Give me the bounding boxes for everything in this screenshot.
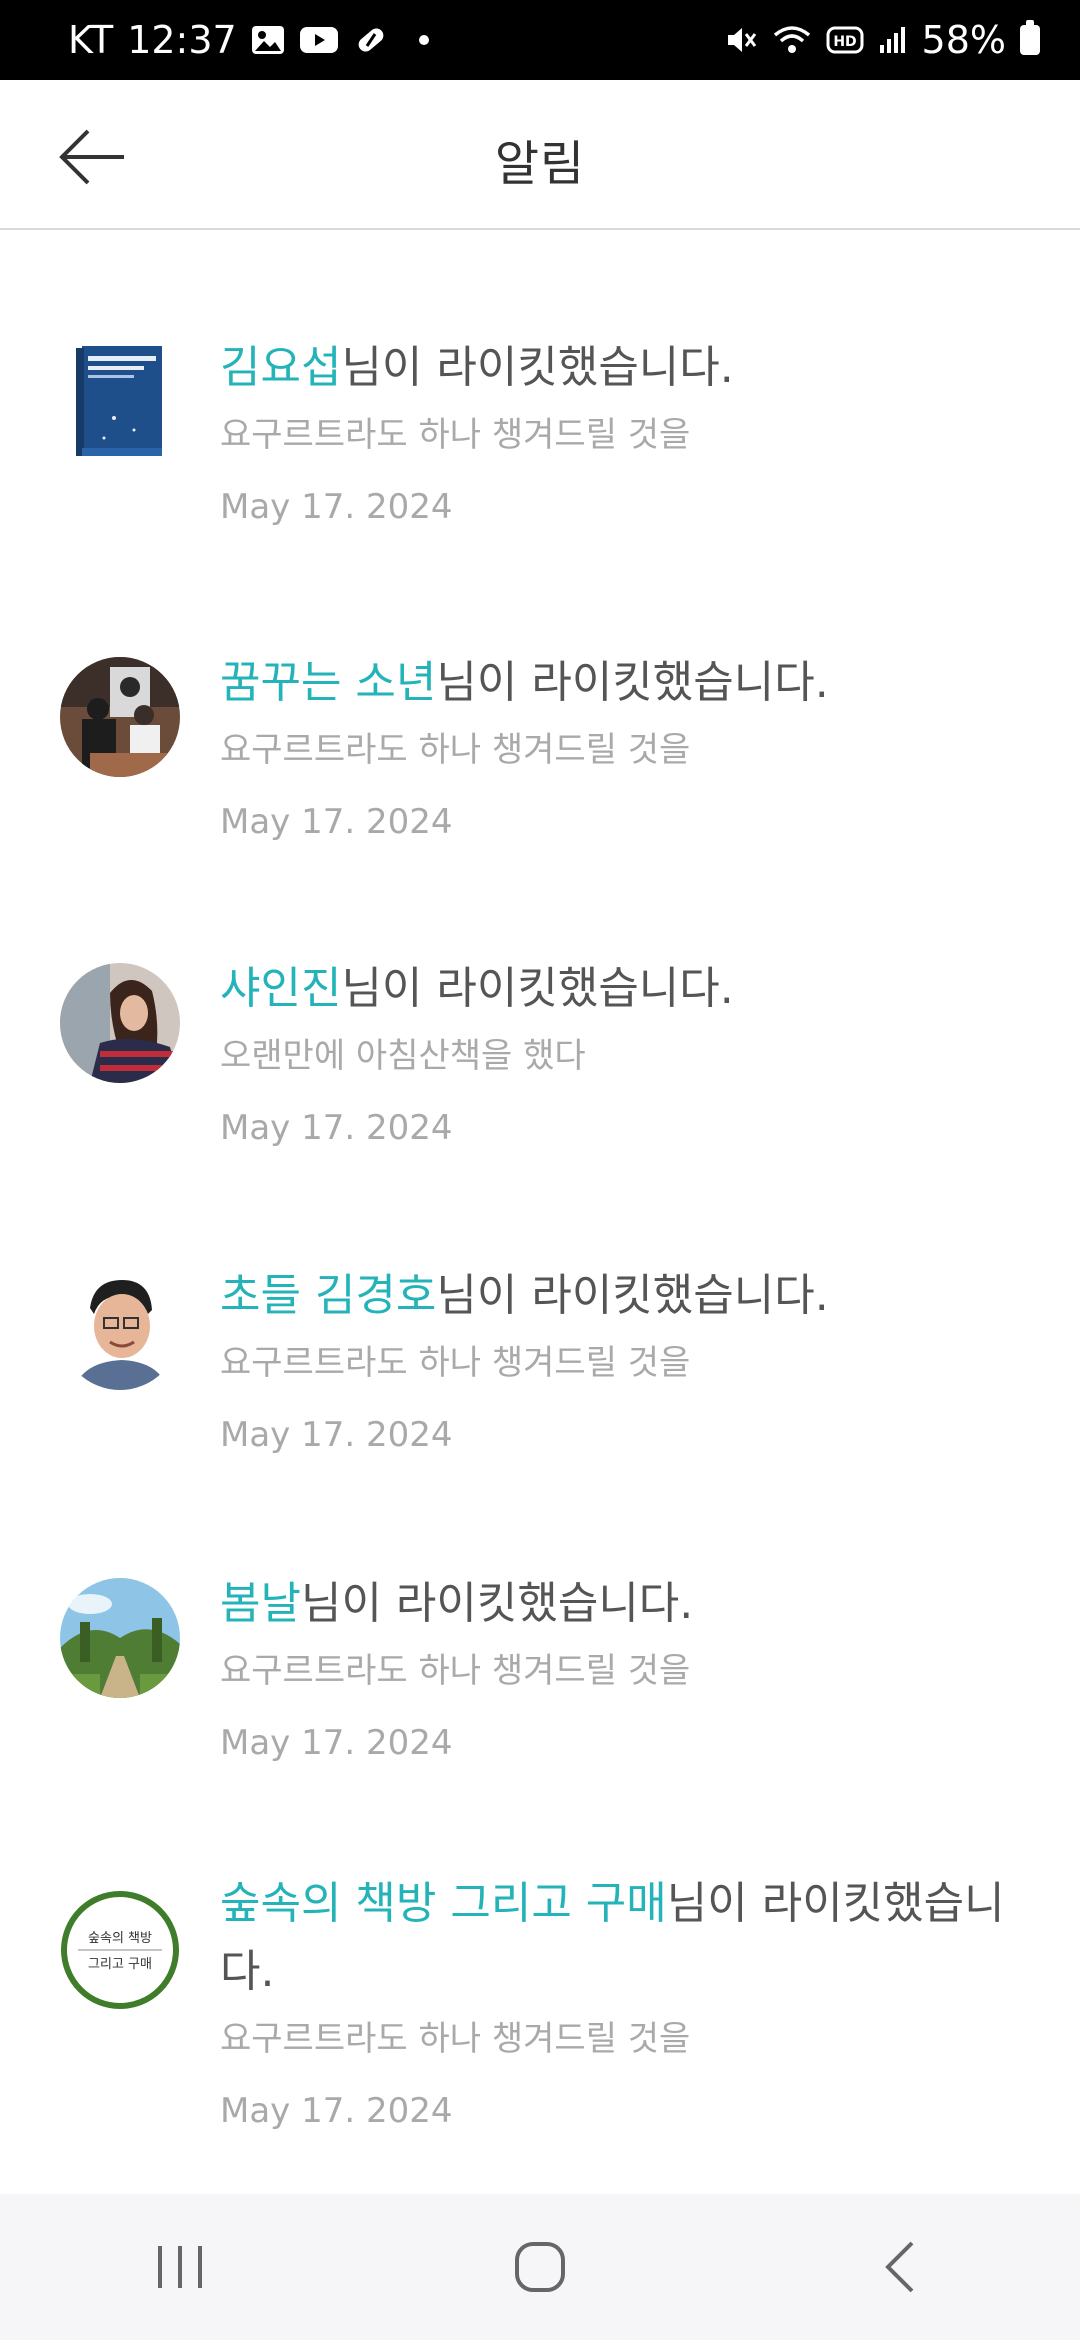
notification-action: 님이 라이킷했습니다. xyxy=(436,1270,829,1321)
notification-headline: 샤인진님이 라이킷했습니다. xyxy=(220,955,1020,1023)
notification-date: May 17. 2024 xyxy=(220,2091,453,2131)
notification-headline: 숲속의 책방 그리고 구매님이 라이킷했습니다. xyxy=(220,1870,1020,2006)
notification-headline: 꿈꾸는 소년님이 라이킷했습니다. xyxy=(220,649,1020,717)
system-nav-bar xyxy=(0,2194,1080,2340)
post-excerpt: 요구르트라도 하나 챙겨드릴 것을 xyxy=(220,415,691,455)
avatar xyxy=(60,1578,180,1698)
logo-text-top: 숲속의 책방 xyxy=(88,1931,152,1946)
gallery-icon xyxy=(251,25,285,55)
user-name[interactable]: 숲속의 책방 그리고 구매 xyxy=(220,1878,667,1929)
back-icon xyxy=(885,2241,914,2293)
battery-percent: 58% xyxy=(921,18,1006,62)
mute-icon xyxy=(724,23,758,57)
notification-date: May 17. 2024 xyxy=(220,1108,453,1148)
avatar xyxy=(74,342,170,462)
home-button[interactable] xyxy=(480,2217,600,2317)
app-header: 알림 xyxy=(0,80,1080,230)
status-bar: KT 12:37 HD 58% xyxy=(0,0,1080,80)
page-title: 알림 xyxy=(494,136,586,192)
avatar: 숲속의 책방 그리고 구매 xyxy=(60,1890,180,2010)
recent-apps-button[interactable] xyxy=(120,2217,240,2317)
svg-text:HD: HD xyxy=(833,34,856,50)
notification-headline: 김요섭님이 라이킷했습니다. xyxy=(220,334,1020,402)
recent-apps-icon xyxy=(158,2246,202,2288)
notification-list[interactable]: 김요섭님이 라이킷했습니다. 요구르트라도 하나 챙겨드릴 것을 May 17.… xyxy=(0,232,1080,2194)
post-excerpt: 요구르트라도 하나 챙겨드릴 것을 xyxy=(220,2019,691,2059)
wifi-icon xyxy=(772,23,812,57)
home-icon xyxy=(515,2242,565,2292)
status-right: HD 58% xyxy=(724,18,1040,62)
user-name[interactable]: 김요섭 xyxy=(220,342,341,393)
user-name[interactable]: 샤인진 xyxy=(220,963,341,1014)
avatar xyxy=(60,963,180,1083)
signal-icon xyxy=(878,25,908,55)
notification-action: 님이 라이킷했습니다. xyxy=(341,342,734,393)
avatar xyxy=(60,1270,180,1390)
nav-back-button[interactable] xyxy=(840,2217,960,2317)
notification-date: May 17. 2024 xyxy=(220,1415,453,1455)
logo-text-bottom: 그리고 구매 xyxy=(88,1957,152,1972)
pill-icon xyxy=(353,23,389,57)
notification-action: 님이 라이킷했습니다. xyxy=(300,1578,694,1629)
avatar xyxy=(60,657,180,777)
notification-date: May 17. 2024 xyxy=(220,1723,453,1763)
battery-icon xyxy=(1020,20,1040,55)
post-excerpt: 요구르트라도 하나 챙겨드릴 것을 xyxy=(220,1651,691,1691)
hd-icon: HD xyxy=(826,25,864,55)
post-excerpt: 요구르트라도 하나 챙겨드릴 것을 xyxy=(220,730,691,770)
notification-action: 님이 라이킷했습니다. xyxy=(436,657,829,708)
user-name[interactable]: 꿈꾸는 소년 xyxy=(220,657,436,708)
carrier-label: KT xyxy=(68,18,114,62)
notification-headline: 초들 김경호님이 라이킷했습니다. xyxy=(220,1262,1020,1330)
post-excerpt: 오랜만에 아침산책을 했다 xyxy=(220,1036,586,1076)
post-excerpt: 요구르트라도 하나 챙겨드릴 것을 xyxy=(220,1343,691,1383)
notification-action: 님이 라이킷했습니다. xyxy=(341,963,734,1014)
youtube-icon xyxy=(299,25,339,55)
user-name[interactable]: 봄날 xyxy=(220,1578,301,1629)
clock: 12:37 xyxy=(127,18,237,62)
status-left: KT 12:37 xyxy=(68,18,429,62)
user-name[interactable]: 초들 김경호 xyxy=(220,1270,436,1321)
notification-date: May 17. 2024 xyxy=(220,487,453,527)
notification-dot xyxy=(418,35,429,45)
notification-headline: 봄날님이 라이킷했습니다. xyxy=(220,1570,1020,1638)
notification-date: May 17. 2024 xyxy=(220,802,453,842)
